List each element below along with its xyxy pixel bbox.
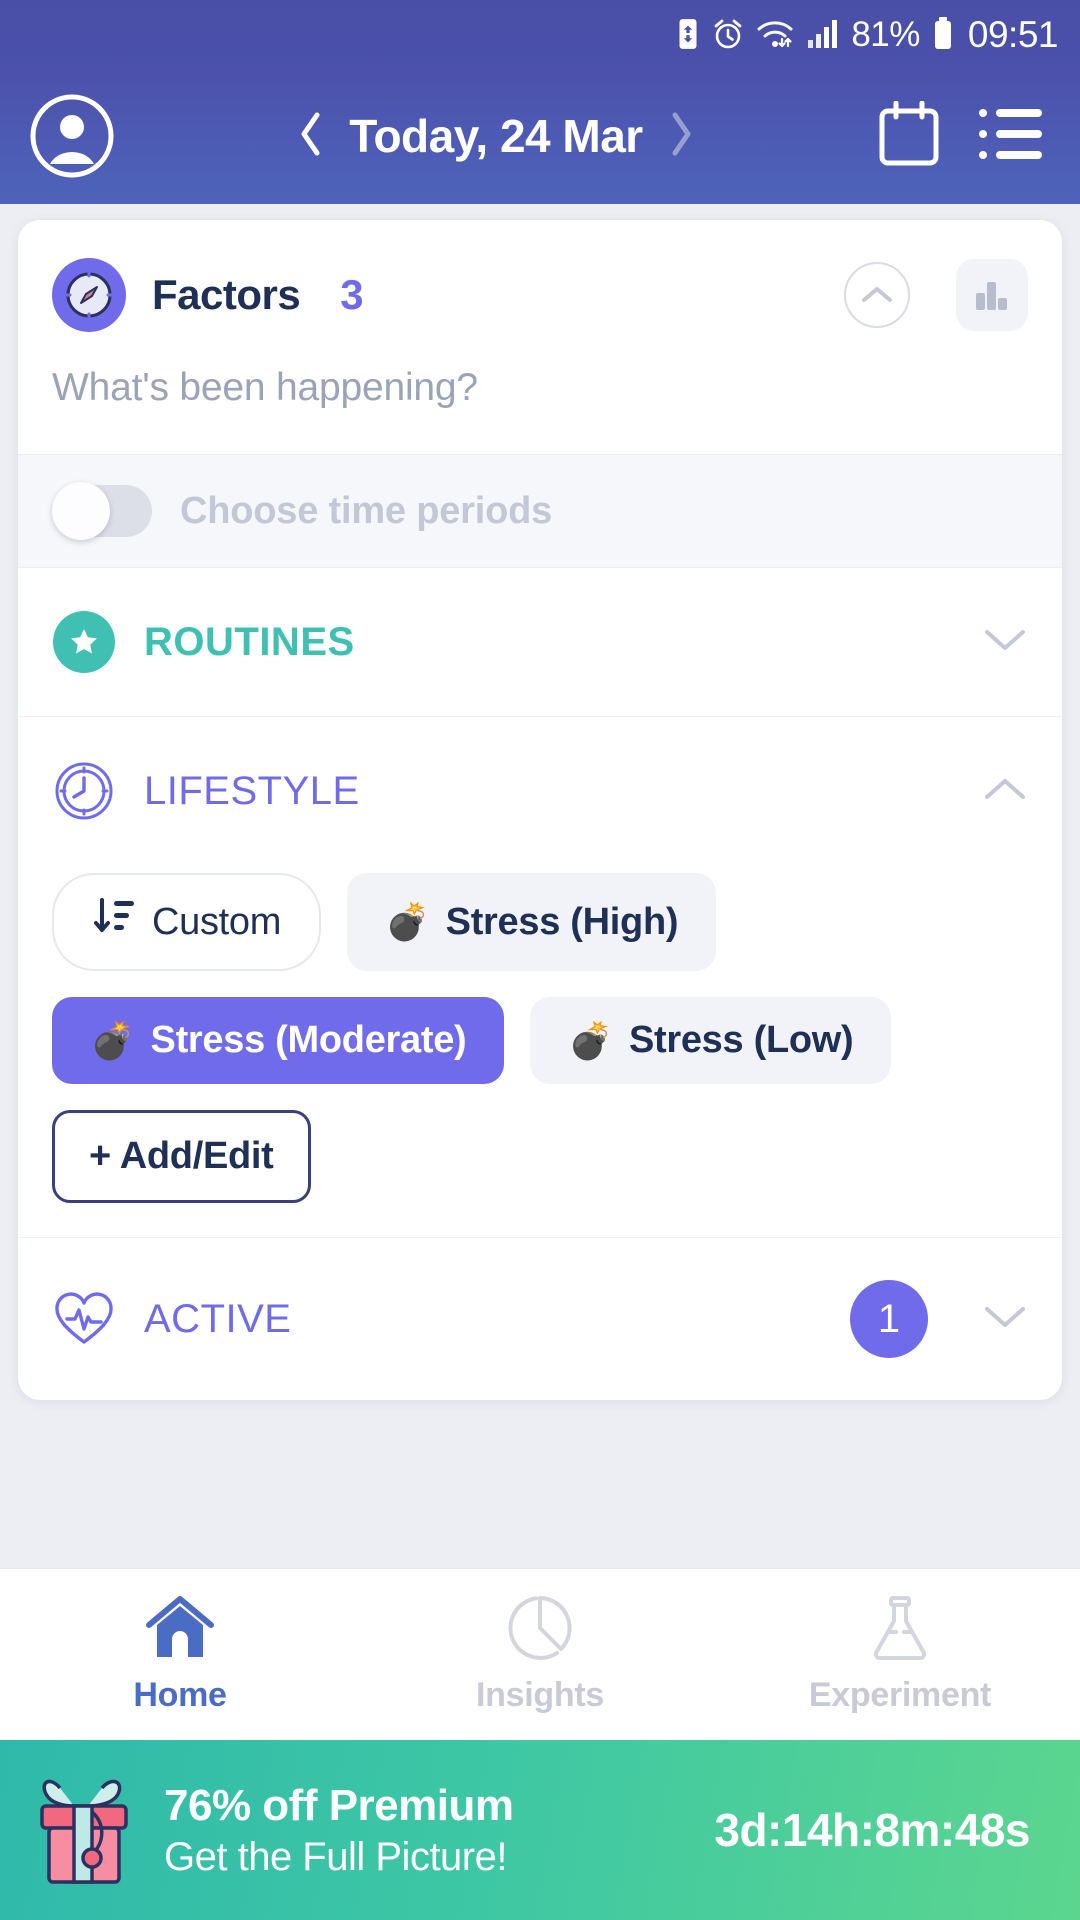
prev-day-button[interactable]	[297, 110, 323, 163]
chip-row-1: Custom 💣 Stress (High)	[52, 873, 1028, 971]
home-icon	[143, 1595, 217, 1666]
bomb-icon: 💣	[568, 1019, 613, 1061]
sort-descending-icon	[92, 897, 136, 947]
bomb-icon: 💣	[90, 1019, 135, 1061]
flask-icon	[867, 1595, 933, 1666]
app-screen: 81% 09:51 Today, 24 Mar Factors 3 What's…	[0, 0, 1080, 1920]
clock-icon	[52, 759, 116, 823]
sidebar-item-active[interactable]: ACTIVE 1	[18, 1238, 1062, 1400]
gift-icon	[30, 1768, 138, 1893]
calendar-icon[interactable]	[878, 100, 940, 172]
clock-label: 09:51	[967, 13, 1059, 55]
sidebar-item-routines[interactable]: ROUTINES	[18, 568, 1062, 716]
promo-subline: Get the Full Picture!	[164, 1834, 507, 1879]
status-bar: 81% 09:51	[0, 0, 1080, 68]
battery-saver-icon	[675, 17, 701, 51]
chip-label: Stress (Moderate)	[150, 1019, 467, 1061]
nav-tab-home[interactable]: Home	[0, 1595, 360, 1715]
nav-tab-label: Insights	[476, 1675, 604, 1714]
nav-tab-label: Home	[133, 1675, 227, 1714]
sidebar-item-label: LIFESTYLE	[144, 768, 360, 813]
header-actions	[878, 100, 1050, 172]
pie-chart-icon	[505, 1595, 575, 1666]
chevron-down-icon[interactable]	[982, 626, 1028, 659]
chip-stress-low[interactable]: 💣 Stress (Low)	[530, 997, 892, 1084]
bottom-navigation: Home Insights Experiment	[0, 1568, 1080, 1740]
nav-tab-label: Experiment	[808, 1675, 992, 1714]
sort-custom-chip[interactable]: Custom	[52, 873, 322, 971]
time-periods-label: Choose time periods	[180, 489, 553, 532]
add-edit-button[interactable]: + Add/Edit	[52, 1110, 311, 1203]
sidebar-item-lifestyle[interactable]: LIFESTYLE	[18, 717, 1062, 865]
lifestyle-chips: Custom 💣 Stress (High) 💣 Stress (Moderat…	[18, 865, 1062, 1237]
bar-chart-icon[interactable]	[956, 259, 1028, 331]
promo-headline: 76% off Premium	[164, 1780, 514, 1830]
chip-row-3: + Add/Edit	[52, 1110, 1028, 1203]
list-menu-icon[interactable]	[978, 107, 1044, 166]
factors-card: Factors 3 What's been happening? Choose …	[18, 220, 1062, 1400]
promo-banner[interactable]: 76% off Premium Get the Full Picture! 3d…	[0, 1740, 1080, 1920]
chevron-up-icon[interactable]	[982, 775, 1028, 808]
chip-label: Stress (Low)	[628, 1019, 854, 1061]
factors-count-label: 3	[340, 271, 364, 318]
toggle-knob	[52, 482, 110, 540]
heart-pulse-icon	[52, 1287, 116, 1351]
main-scroll-area[interactable]: Factors 3 What's been happening? Choose …	[0, 204, 1080, 1568]
signal-icon	[806, 18, 840, 50]
time-periods-toggle[interactable]	[52, 482, 152, 540]
promo-text: 76% off Premium Get the Full Picture!	[164, 1780, 514, 1880]
note-input-row[interactable]: What's been happening?	[18, 342, 1062, 454]
current-date-label[interactable]: Today, 24 Mar	[349, 109, 643, 163]
factors-card-header: Factors 3	[18, 220, 1062, 342]
compass-icon	[52, 258, 126, 332]
time-periods-toggle-row[interactable]: Choose time periods	[18, 454, 1062, 568]
battery-percent-label: 81%	[851, 14, 920, 54]
status-badge: 1	[850, 1280, 928, 1358]
chip-stress-high[interactable]: 💣 Stress (High)	[347, 873, 717, 971]
wifi-icon	[755, 18, 795, 50]
sidebar-item-label: ROUTINES	[144, 619, 355, 664]
nav-tab-experiment[interactable]: Experiment	[720, 1595, 1080, 1715]
star-icon	[52, 610, 116, 674]
chevron-down-icon[interactable]	[982, 1303, 1028, 1336]
promo-countdown: 3d:14h:8m:48s	[714, 1804, 1030, 1856]
next-day-button[interactable]	[669, 110, 695, 163]
date-navigator: Today, 24 Mar	[114, 109, 878, 163]
page-title: Factors	[152, 271, 301, 318]
bomb-icon: 💣	[385, 901, 430, 942]
chip-label: Custom	[152, 900, 282, 943]
battery-icon	[931, 17, 955, 51]
chip-stress-moderate[interactable]: 💣 Stress (Moderate)	[52, 997, 505, 1084]
account-avatar-icon[interactable]	[30, 94, 114, 178]
alarm-icon	[712, 18, 744, 50]
note-placeholder[interactable]: What's been happening?	[52, 366, 1028, 410]
chip-label: Stress (High)	[445, 900, 679, 943]
nav-tab-insights[interactable]: Insights	[360, 1595, 720, 1715]
sidebar-item-label: ACTIVE	[144, 1296, 292, 1341]
chevron-up-icon[interactable]	[844, 262, 910, 328]
app-header: Today, 24 Mar	[0, 68, 1080, 204]
chip-row-2: 💣 Stress (Moderate) 💣 Stress (Low)	[52, 997, 1028, 1084]
